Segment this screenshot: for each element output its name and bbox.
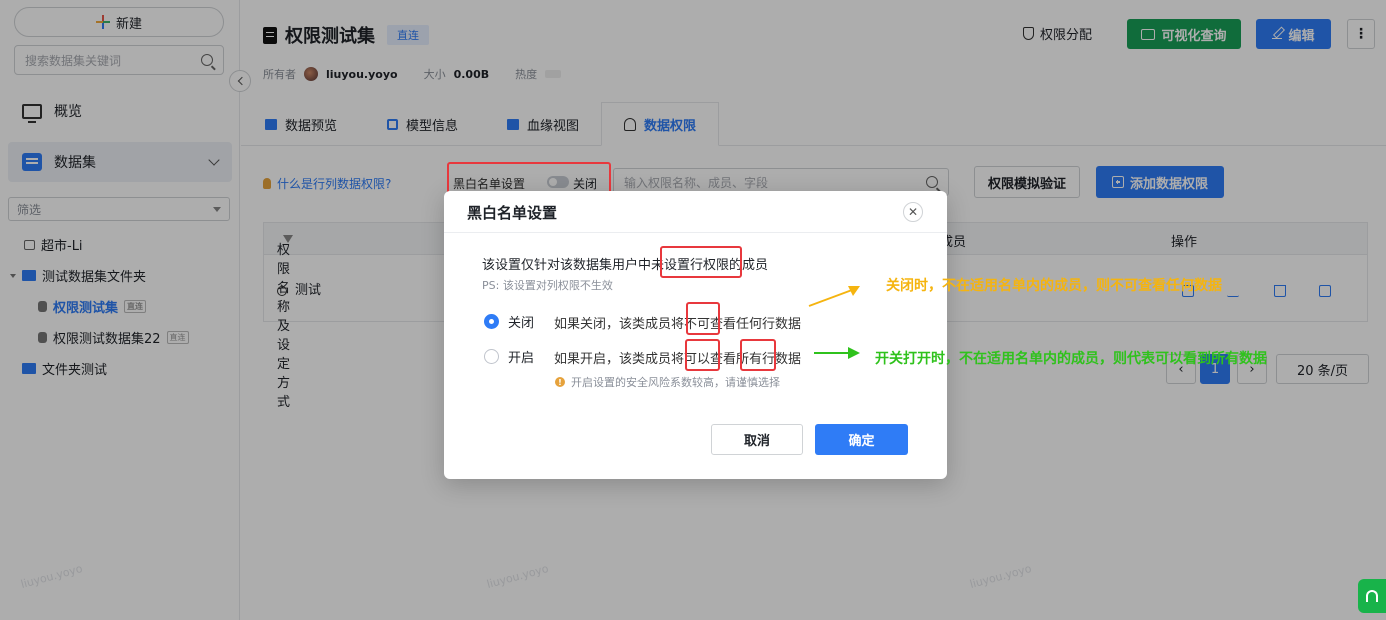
risk-warning: ! 开启设置的安全风险系数较高，请谨慎选择 <box>555 374 780 390</box>
annotation-on: 开关打开时，不在适用名单内的成员，则代表可以看到所有数据 <box>875 351 1267 367</box>
radio-off[interactable] <box>484 314 499 329</box>
blackwhite-list-dialog: 黑白名单设置 ✕ 该设置仅针对该数据集用户中未设置行权限的成员 PS: 该设置对… <box>444 191 947 479</box>
support-button[interactable] <box>1358 579 1386 613</box>
radio-off-description: 如果关闭，该类成员将不可查看任何行数据 <box>554 317 802 332</box>
radio-off-label: 关闭 <box>508 316 535 331</box>
radio-on-label: 开启 <box>508 351 535 366</box>
highlight-box <box>660 246 742 278</box>
dialog-ps-note: PS: 该设置对列权限不生效 <box>482 279 613 292</box>
highlight-box <box>685 339 720 371</box>
dialog-header: 黑白名单设置 ✕ <box>444 191 947 233</box>
radio-option-off[interactable]: 关闭 <box>484 312 534 331</box>
green-arrow-icon <box>814 347 860 359</box>
yellow-arrow-icon <box>808 286 860 307</box>
risk-warning-text: 开启设置的安全风险系数较高，请谨慎选择 <box>571 376 780 389</box>
highlight-box <box>740 339 776 371</box>
confirm-button[interactable]: 确定 <box>815 424 908 455</box>
highlight-box <box>686 302 720 335</box>
headset-icon <box>1366 590 1378 602</box>
warning-icon: ! <box>555 377 565 387</box>
dialog-title: 黑白名单设置 <box>467 204 558 222</box>
annotation-off: 关闭时，不在适用名单内的成员，则不可查看任何数据 <box>886 278 1222 294</box>
close-icon[interactable]: ✕ <box>903 202 923 222</box>
cancel-button[interactable]: 取消 <box>711 424 803 455</box>
radio-option-on[interactable]: 开启 <box>484 347 534 366</box>
radio-on[interactable] <box>484 349 499 364</box>
